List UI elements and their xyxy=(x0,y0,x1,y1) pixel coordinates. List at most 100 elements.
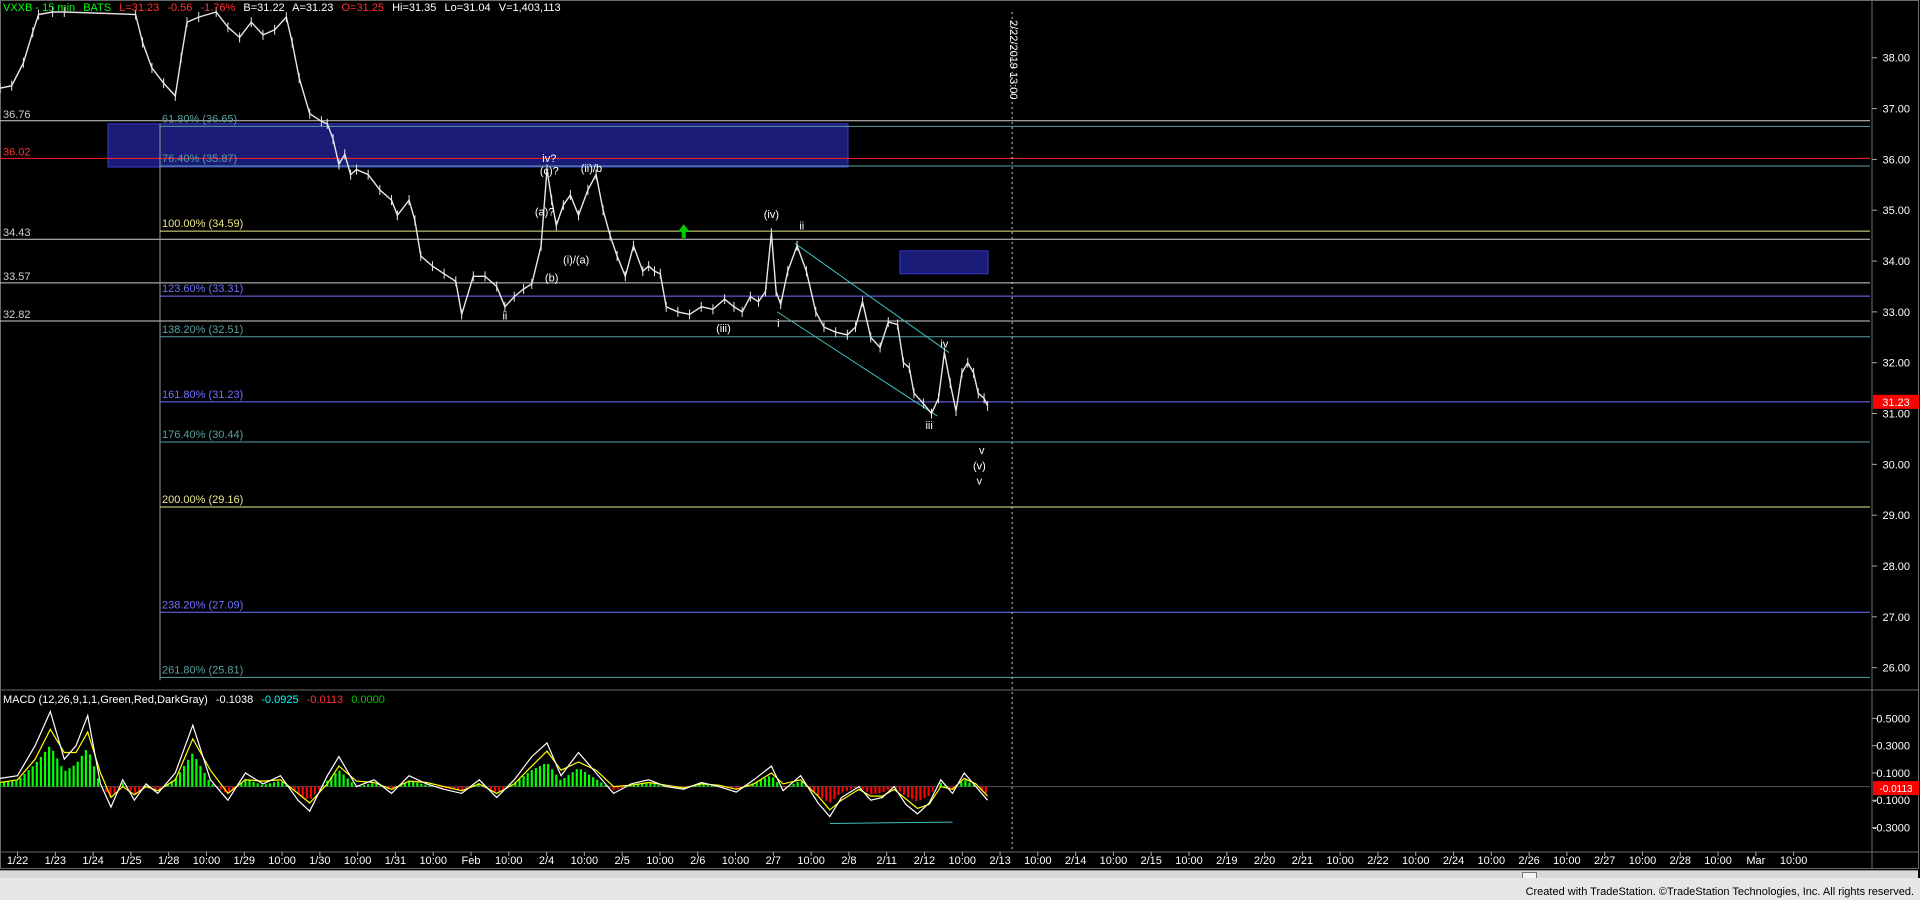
fib-level-label: 261.80% (25.81) xyxy=(162,664,243,676)
macd-zero-value: 0.0000 xyxy=(351,694,385,706)
time-tick-label: 10:00 xyxy=(1780,855,1808,867)
macd-tick-label: 0.1000 xyxy=(1876,768,1910,780)
time-tick-label: 10:00 xyxy=(193,855,221,867)
wave-label: v xyxy=(977,476,983,488)
time-tick-label: 2/20 xyxy=(1254,855,1275,867)
credit-text: Created with TradeStation. ©TradeStation… xyxy=(1525,886,1914,898)
macd-tick-label: -0.1000 xyxy=(1873,795,1910,807)
fib-level-label: 200.00% (29.16) xyxy=(162,494,243,506)
wave-label: v xyxy=(979,445,985,457)
time-marker-label: 2/22/2019 13:00 xyxy=(1007,20,1019,100)
up-arrow-icon xyxy=(677,224,690,239)
exchange-label: BATS xyxy=(83,2,112,14)
macd-tick-label: 0.3000 xyxy=(1876,741,1910,753)
time-tick-label: 2/26 xyxy=(1518,855,1539,867)
footer-bar: Created with TradeStation. ©TradeStation… xyxy=(0,878,1920,900)
time-tick-label: 2/13 xyxy=(989,855,1010,867)
price-tick-label: 38.00 xyxy=(1882,53,1910,65)
fib-level-label: 138.20% (32.51) xyxy=(162,324,243,336)
time-tick-label: 1/23 xyxy=(45,855,66,867)
wave-label: ii xyxy=(799,221,804,233)
time-tick-label: 1/25 xyxy=(120,855,141,867)
fib-level-label: 123.60% (33.31) xyxy=(162,283,243,295)
time-tick-label: 10:00 xyxy=(1024,855,1052,867)
time-tick-label: 10:00 xyxy=(571,855,599,867)
time-tick-label: 10:00 xyxy=(1100,855,1128,867)
price-chart[interactable]: 38.00 37.00 36.00 35.00 34.00 33.00 32.00 31.00… xyxy=(0,0,1920,900)
target-box-small xyxy=(899,250,989,275)
level-label: 33.57 xyxy=(3,271,31,283)
level-label: 36.76 xyxy=(3,109,31,121)
macd-line xyxy=(0,709,989,818)
time-tick-label: 10:00 xyxy=(419,855,447,867)
wave-label: (v) xyxy=(973,460,986,472)
last-price: L=31.23 xyxy=(119,2,160,14)
time-tick-label: 10:00 xyxy=(268,855,296,867)
fib-level-label: 76.40% (35.87) xyxy=(162,153,237,165)
price-tick-label: 28.00 xyxy=(1882,561,1910,573)
symbol-label: VXXB - 15 min xyxy=(3,2,76,14)
time-tick-label: 1/29 xyxy=(234,855,255,867)
macd-tick-label: 0.5000 xyxy=(1876,713,1910,725)
macd-tick-label: -0.3000 xyxy=(1873,823,1910,835)
time-tick-label: 10:00 xyxy=(1553,855,1581,867)
time-tick-label: 2/12 xyxy=(914,855,935,867)
wave-label: (i)/(a) xyxy=(563,255,589,267)
time-tick-label: 2/8 xyxy=(841,855,856,867)
ask-price: A=31.23 xyxy=(292,2,334,14)
wave-label: i xyxy=(777,318,779,330)
time-tick-label: 10:00 xyxy=(1175,855,1203,867)
time-tick-label: 10:00 xyxy=(1478,855,1506,867)
time-tick-label: 10:00 xyxy=(495,855,523,867)
wave-label: (b) xyxy=(545,272,558,284)
fib-level-label: 176.40% (30.44) xyxy=(162,429,243,441)
macd-name: MACD (12,26,9,1,1,Green,Red,DarkGray) xyxy=(3,694,208,706)
time-tick-label: 1/22 xyxy=(7,855,28,867)
wave-label: iv xyxy=(940,338,948,350)
fib-level-label: 61.80% (36.65) xyxy=(162,113,237,125)
time-tick-label: 10:00 xyxy=(1704,855,1732,867)
time-tick-label: 2/19 xyxy=(1216,855,1237,867)
price-header: VXXB - 15 min BATS L=31.23 -0.56 -1.76% … xyxy=(3,2,566,14)
wave-label: ii xyxy=(502,311,507,323)
price-tick-label: 26.00 xyxy=(1882,663,1910,675)
time-tick-label: 2/5 xyxy=(615,855,630,867)
time-tick-label: 10:00 xyxy=(646,855,674,867)
time-tick-label: 1/31 xyxy=(385,855,406,867)
time-tick-label: 1/30 xyxy=(309,855,330,867)
time-tick-label: Mar xyxy=(1746,855,1765,867)
time-tick-label: 10:00 xyxy=(344,855,372,867)
time-tick-label: 2/6 xyxy=(690,855,705,867)
pct-change: -1.76% xyxy=(200,2,236,14)
macd-signal-value: -0.0925 xyxy=(261,694,299,706)
time-tick-label: Feb xyxy=(462,855,481,867)
time-tick-label: 1/24 xyxy=(82,855,103,867)
price-tick-label: 33.00 xyxy=(1882,307,1910,319)
macd-signal-line xyxy=(0,728,989,811)
high-price: Hi=31.35 xyxy=(392,2,437,14)
wave-label: (a)? xyxy=(535,206,555,218)
price-tick-label: 35.00 xyxy=(1882,205,1910,217)
time-tick-label: 10:00 xyxy=(797,855,825,867)
fib-level-label: 238.20% (27.09) xyxy=(162,599,243,611)
time-tick-label: 2/14 xyxy=(1065,855,1086,867)
price-tick-label: 36.00 xyxy=(1882,154,1910,166)
fib-level-label: 100.00% (34.59) xyxy=(162,218,243,230)
time-tick-label: 2/15 xyxy=(1141,855,1162,867)
time-tick-label: 2/27 xyxy=(1594,855,1615,867)
time-tick-label: 2/4 xyxy=(539,855,554,867)
low-price: Lo=31.04 xyxy=(444,2,491,14)
time-tick-label: 2/28 xyxy=(1670,855,1691,867)
price-tick-label: 30.00 xyxy=(1882,459,1910,471)
wave-label: iv? xyxy=(542,153,556,165)
time-tick-label: 10:00 xyxy=(949,855,977,867)
level-label: 32.82 xyxy=(3,309,31,321)
macd-divergence-line xyxy=(829,821,953,824)
price-tick-label: 32.00 xyxy=(1882,358,1910,370)
time-tick-label: 1/28 xyxy=(158,855,179,867)
wave-label: (ii)/b xyxy=(581,163,602,175)
bid-price: B=31.22 xyxy=(243,2,285,14)
time-tick-label: 2/11 xyxy=(876,855,897,867)
macd-current-label: -0.0113 xyxy=(1879,784,1913,795)
price-tick-label: 31.00 xyxy=(1882,409,1910,421)
